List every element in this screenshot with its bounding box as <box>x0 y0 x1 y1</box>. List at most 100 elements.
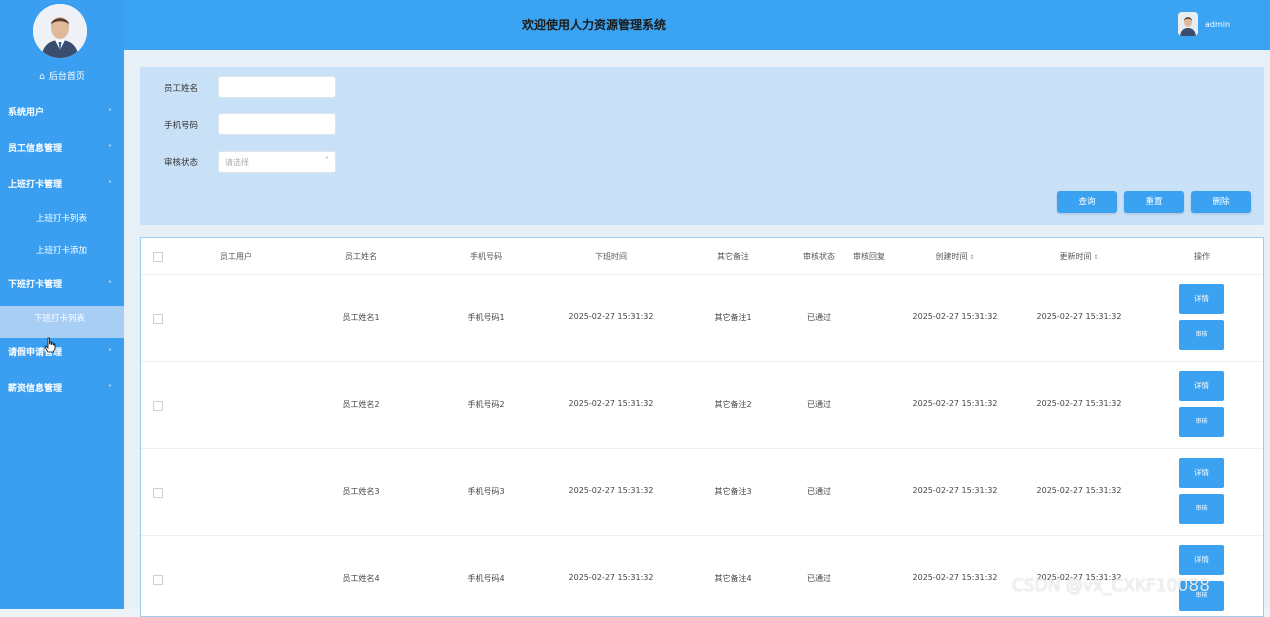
sidebar-menu: 系统用户 ˅ 员工信息管理 ˅ 上班打卡管理 ˄ 上班打卡列表 上班打卡添加 下… <box>0 98 124 410</box>
cell-remark: 其它备注2 <box>714 400 752 409</box>
cell-off-time: 2025-02-27 15:31:32 <box>568 486 654 495</box>
cell-remark: 其它备注4 <box>714 574 752 583</box>
cell-name: 员工姓名2 <box>342 400 380 409</box>
cell-phone: 手机号码2 <box>467 400 505 409</box>
chevron-down-icon: ˅ <box>325 156 329 165</box>
status-placeholder: 请选择 <box>225 158 249 167</box>
name-label: 员工姓名 <box>164 84 199 94</box>
cell-status: 已通过 <box>807 487 831 496</box>
home-link[interactable]: ⌂ 后台首页 <box>0 71 124 83</box>
cell-status: 已通过 <box>807 400 831 409</box>
sidebar-item-system-users[interactable]: 系统用户 ˅ <box>0 98 124 134</box>
column-header: 审核状态 <box>803 252 835 261</box>
search-panel: 员工姓名 手机号码 审核状态 请选择 ˅ 查询 重置 删除 <box>140 67 1264 225</box>
sort-icon: ⇕ <box>1093 254 1099 261</box>
cell-remark: 其它备注3 <box>714 487 752 496</box>
cell-off-time: 2025-02-27 15:31:32 <box>568 312 654 321</box>
cell-remark: 其它备注1 <box>714 313 752 322</box>
column-header: 下班时间 <box>595 252 627 261</box>
cell-phone: 手机号码3 <box>467 487 505 496</box>
column-header: 其它备注 <box>717 252 749 261</box>
table-row: 员工姓名1 手机号码1 2025-02-27 15:31:32 其它备注1 已通… <box>141 274 1263 362</box>
cell-phone: 手机号码1 <box>467 313 505 322</box>
column-header: 手机号码 <box>470 252 502 261</box>
sidebar-item-employee-info[interactable]: 员工信息管理 ˅ <box>0 134 124 170</box>
cell-name: 员工姓名3 <box>342 487 380 496</box>
sidebar-item-checkin-add[interactable]: 上班打卡添加 <box>0 238 124 270</box>
chevron-down-icon: ˅ <box>108 144 112 153</box>
row-checkbox[interactable] <box>153 314 163 324</box>
top-header: 欢迎使用人力资源管理系统 admin <box>124 0 1270 50</box>
sidebar-item-label: 系统用户 <box>8 108 45 118</box>
cell-name: 员工姓名1 <box>342 313 380 322</box>
chevron-down-icon: ˅ <box>108 348 112 357</box>
column-header: 员工姓名 <box>345 252 377 261</box>
username[interactable]: admin <box>1205 20 1230 29</box>
watermark: CSDN @vx_CXKF10088 <box>1012 576 1211 596</box>
main-content: 员工姓名 手机号码 审核状态 请选择 ˅ 查询 重置 删除 员工用户 员工姓名 … <box>124 50 1270 617</box>
sidebar-item-salary[interactable]: 薪资信息管理 ˅ <box>0 374 124 410</box>
audit-button[interactable]: 审核 <box>1179 494 1224 524</box>
cell-updated: 2025-02-27 15:31:32 <box>1036 399 1122 408</box>
detail-button[interactable]: 详情 <box>1179 458 1224 488</box>
cell-updated: 2025-02-27 15:31:32 <box>1036 486 1122 495</box>
sort-icon: ⇕ <box>969 254 975 261</box>
column-header: 审核回复 <box>853 252 885 261</box>
cell-name: 员工姓名4 <box>342 574 380 583</box>
cell-status: 已通过 <box>807 313 831 322</box>
audit-button[interactable]: 审核 <box>1179 407 1224 437</box>
cell-created: 2025-02-27 15:31:32 <box>912 486 998 495</box>
home-icon: ⌂ <box>39 72 45 82</box>
detail-button[interactable]: 详情 <box>1179 284 1224 314</box>
chevron-up-icon: ˄ <box>108 180 112 189</box>
query-button[interactable]: 查询 <box>1057 191 1117 213</box>
row-checkbox[interactable] <box>153 575 163 585</box>
sidebar-item-label: 员工信息管理 <box>8 144 63 154</box>
row-checkbox[interactable] <box>153 401 163 411</box>
delete-button[interactable]: 删除 <box>1191 191 1251 213</box>
column-header: 操作 <box>1194 252 1210 261</box>
page-title: 欢迎使用人力资源管理系统 <box>521 18 666 32</box>
detail-button[interactable]: 详情 <box>1179 545 1224 575</box>
sidebar-item-checkout[interactable]: 下班打卡管理 ˄ <box>0 270 124 306</box>
data-table: 员工用户 员工姓名 手机号码 下班时间 其它备注 审核状态 审核回复 创建时间 ⇕… <box>140 237 1264 617</box>
sidebar-item-checkout-list[interactable]: 下班打卡列表 <box>0 306 124 338</box>
status-label: 审核状态 <box>164 158 199 168</box>
user-avatar[interactable] <box>1178 12 1198 36</box>
chevron-up-icon: ˄ <box>108 280 112 289</box>
name-input[interactable] <box>218 76 336 98</box>
cell-off-time: 2025-02-27 15:31:32 <box>568 399 654 408</box>
phone-input[interactable] <box>218 113 336 135</box>
cell-updated: 2025-02-27 15:31:32 <box>1036 312 1122 321</box>
row-checkbox[interactable] <box>153 488 163 498</box>
cell-created: 2025-02-27 15:31:32 <box>912 312 998 321</box>
cell-off-time: 2025-02-27 15:31:32 <box>568 573 654 582</box>
sidebar-item-label: 下班打卡管理 <box>8 280 63 290</box>
table-row: 员工姓名2 手机号码2 2025-02-27 15:31:32 其它备注2 已通… <box>141 361 1263 449</box>
chevron-down-icon: ˅ <box>108 384 112 393</box>
sidebar-item-leave[interactable]: 请假申请管理 ˅ <box>0 338 124 374</box>
hand-cursor-icon <box>44 337 56 353</box>
sidebar-item-label: 薪资信息管理 <box>8 384 63 394</box>
status-select[interactable]: 请选择 ˅ <box>218 151 336 173</box>
column-header-label: 创建时间 <box>935 252 968 261</box>
sortable-column-header[interactable]: 更新时间 ⇕ <box>1035 251 1123 262</box>
audit-button[interactable]: 审核 <box>1179 320 1224 350</box>
reset-button[interactable]: 重置 <box>1124 191 1184 213</box>
sidebar: ⌂ 后台首页 系统用户 ˅ 员工信息管理 ˅ 上班打卡管理 ˄ 上班打卡列表 上班… <box>0 0 124 609</box>
phone-label: 手机号码 <box>164 121 199 131</box>
cell-created: 2025-02-27 15:31:32 <box>912 573 998 582</box>
table-header: 员工用户 员工姓名 手机号码 下班时间 其它备注 审核状态 审核回复 创建时间 ⇕… <box>141 238 1263 275</box>
cell-created: 2025-02-27 15:31:32 <box>912 399 998 408</box>
home-label: 后台首页 <box>48 72 85 82</box>
sidebar-item-checkin-list[interactable]: 上班打卡列表 <box>0 206 124 238</box>
cell-phone: 手机号码4 <box>467 574 505 583</box>
avatar[interactable] <box>33 4 87 58</box>
sortable-column-header[interactable]: 创建时间 ⇕ <box>911 251 999 262</box>
select-all-checkbox[interactable] <box>153 252 163 262</box>
detail-button[interactable]: 详情 <box>1179 371 1224 401</box>
column-header: 员工用户 <box>220 252 252 261</box>
column-header-label: 更新时间 <box>1059 252 1092 261</box>
sidebar-item-checkin[interactable]: 上班打卡管理 ˄ <box>0 170 124 206</box>
chevron-down-icon: ˅ <box>108 108 112 117</box>
